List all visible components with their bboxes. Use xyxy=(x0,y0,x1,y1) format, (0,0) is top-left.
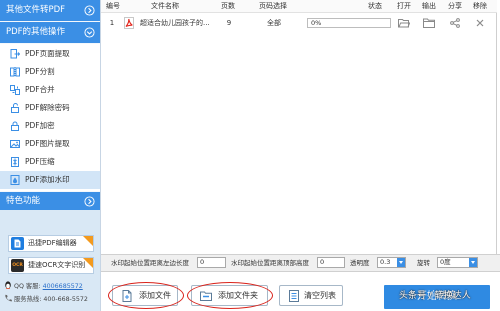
chevron-down-icon[interactable] xyxy=(397,258,405,267)
promo-pdf-editor[interactable]: 迅捷PDF编辑器 xyxy=(8,235,94,252)
column-header-share: 分享 xyxy=(448,2,462,10)
column-header-page-range: 页码选择 xyxy=(259,2,287,10)
opacity-label: 透明度 xyxy=(350,259,370,267)
merge-icon xyxy=(10,85,20,95)
overlay-watermark: 头条号 / 转换达人 xyxy=(399,291,471,301)
progress-label: 0% xyxy=(311,19,322,27)
sidebar-item-label: PDF压缩 xyxy=(25,157,55,166)
sidebar-item-label: PDF合并 xyxy=(25,85,55,94)
clear-list-label: 清空列表 xyxy=(304,291,336,300)
section-header-convert-to-pdf[interactable]: 其他文件转PDF xyxy=(0,0,100,21)
column-header-output: 输出 xyxy=(422,2,436,10)
top-offset-input[interactable]: 0 xyxy=(317,257,345,268)
unlock-icon xyxy=(10,103,20,113)
promo-ocr[interactable]: OCR 捷速OCR文字识别 xyxy=(8,257,94,274)
contact-hotline-label: 服务热线: xyxy=(14,296,42,303)
sidebar-item-label: PDF图片提取 xyxy=(25,139,70,148)
chevron-down-circle-icon[interactable] xyxy=(84,27,95,38)
image-extract-icon xyxy=(10,139,20,149)
chevron-right-circle-icon[interactable] xyxy=(84,5,95,16)
promo-label: 捷速OCR文字识别 xyxy=(28,261,86,269)
lock-icon xyxy=(10,121,20,131)
sidebar-item-label: PDF解除密码 xyxy=(25,103,70,112)
row-file-name: 超适合幼儿园孩子的... xyxy=(140,19,210,27)
ocr-logo: OCR xyxy=(11,259,24,272)
left-offset-label: 水印起始位置距离左边长度 xyxy=(111,259,189,267)
pdf-editor-icon xyxy=(11,237,24,250)
row-progress-bar: 0% xyxy=(307,18,391,28)
rotate-label: 旋转 xyxy=(417,259,430,267)
contact-qq: QQ 客服: 4006685572 xyxy=(4,281,83,291)
row-index: 1 xyxy=(109,19,115,27)
contact-qq-label: QQ 客服: xyxy=(14,283,41,290)
opacity-select[interactable]: 0.3 xyxy=(377,257,406,268)
column-header-index: 编号 xyxy=(106,2,120,10)
sidebar-item-encrypt[interactable]: PDF加密 xyxy=(0,117,100,135)
row-pages: 9 xyxy=(226,19,232,27)
section-header-label: 其他文件转PDF xyxy=(6,5,66,15)
section-header-other-operations[interactable]: PDF的其他操作 xyxy=(0,22,100,43)
section-header-featured[interactable]: 特色功能 xyxy=(0,192,100,210)
contact-qq-number[interactable]: 4006685572 xyxy=(43,283,83,290)
folder-icon[interactable] xyxy=(423,18,435,28)
left-offset-input[interactable]: 0 xyxy=(197,257,226,268)
split-icon xyxy=(10,67,20,77)
sidebar-item-label: PDF添加水印 xyxy=(25,175,70,184)
folder-open-icon[interactable] xyxy=(398,18,411,28)
column-header-pages: 页数 xyxy=(221,2,235,10)
section-header-label: 特色功能 xyxy=(6,196,41,206)
sidebar-item-merge[interactable]: PDF合并 xyxy=(0,81,100,99)
pdf-file-icon xyxy=(124,17,134,29)
chevron-down-icon[interactable] xyxy=(469,258,477,267)
qq-icon xyxy=(4,281,12,289)
page-extract-icon xyxy=(10,49,21,59)
contact-hotline-number: 400-668-5572 xyxy=(43,296,88,303)
annotation-ellipse xyxy=(108,282,184,309)
column-header-open: 打开 xyxy=(397,2,411,10)
opacity-value: 0.3 xyxy=(380,258,391,266)
column-header-file-name: 文件名称 xyxy=(151,2,179,10)
sidebar-item-split[interactable]: PDF分割 xyxy=(0,63,100,81)
sidebar-item-label: PDF分割 xyxy=(25,67,55,76)
rotate-value: 0度 xyxy=(440,258,451,266)
sidebar-item-page-extract[interactable]: PDF页面提取 xyxy=(0,45,100,63)
chevron-right-circle-icon[interactable] xyxy=(84,195,95,207)
file-list[interactable] xyxy=(101,0,497,254)
share-icon[interactable] xyxy=(450,18,460,28)
clear-list-icon xyxy=(288,290,300,302)
column-header-remove: 移除 xyxy=(473,2,487,10)
sidebar-item-label: PDF加密 xyxy=(25,121,55,130)
contact-hotline: 服务热线: 400-668-5572 xyxy=(4,294,88,304)
clear-list-button[interactable]: 清空列表 xyxy=(279,285,343,306)
sidebar-item-label: PDF页面提取 xyxy=(25,49,70,58)
sidebar-item-compress[interactable]: PDF压缩 xyxy=(0,153,100,171)
promo-label: 迅捷PDF编辑器 xyxy=(28,239,77,247)
phone-icon xyxy=(4,294,12,302)
ocr-icon: OCR xyxy=(11,259,24,272)
rotate-select[interactable]: 0度 xyxy=(437,257,478,268)
column-header-status: 状态 xyxy=(368,2,382,10)
row-page-range[interactable]: 全部 xyxy=(258,14,290,32)
compress-icon xyxy=(10,157,20,167)
watermark-icon xyxy=(10,175,20,185)
sidebar-item-remove-password[interactable]: PDF解除密码 xyxy=(0,99,100,117)
top-offset-label: 水印起始位置距离顶部高度 xyxy=(231,259,309,267)
remove-icon[interactable] xyxy=(475,18,485,28)
annotation-ellipse xyxy=(187,282,273,309)
sidebar-item-image-extract[interactable]: PDF图片提取 xyxy=(0,135,100,153)
section-header-label: PDF的其他操作 xyxy=(6,27,66,37)
corner-badge xyxy=(83,236,93,246)
sidebar-item-add-watermark[interactable]: PDF添加水印 xyxy=(0,171,100,189)
